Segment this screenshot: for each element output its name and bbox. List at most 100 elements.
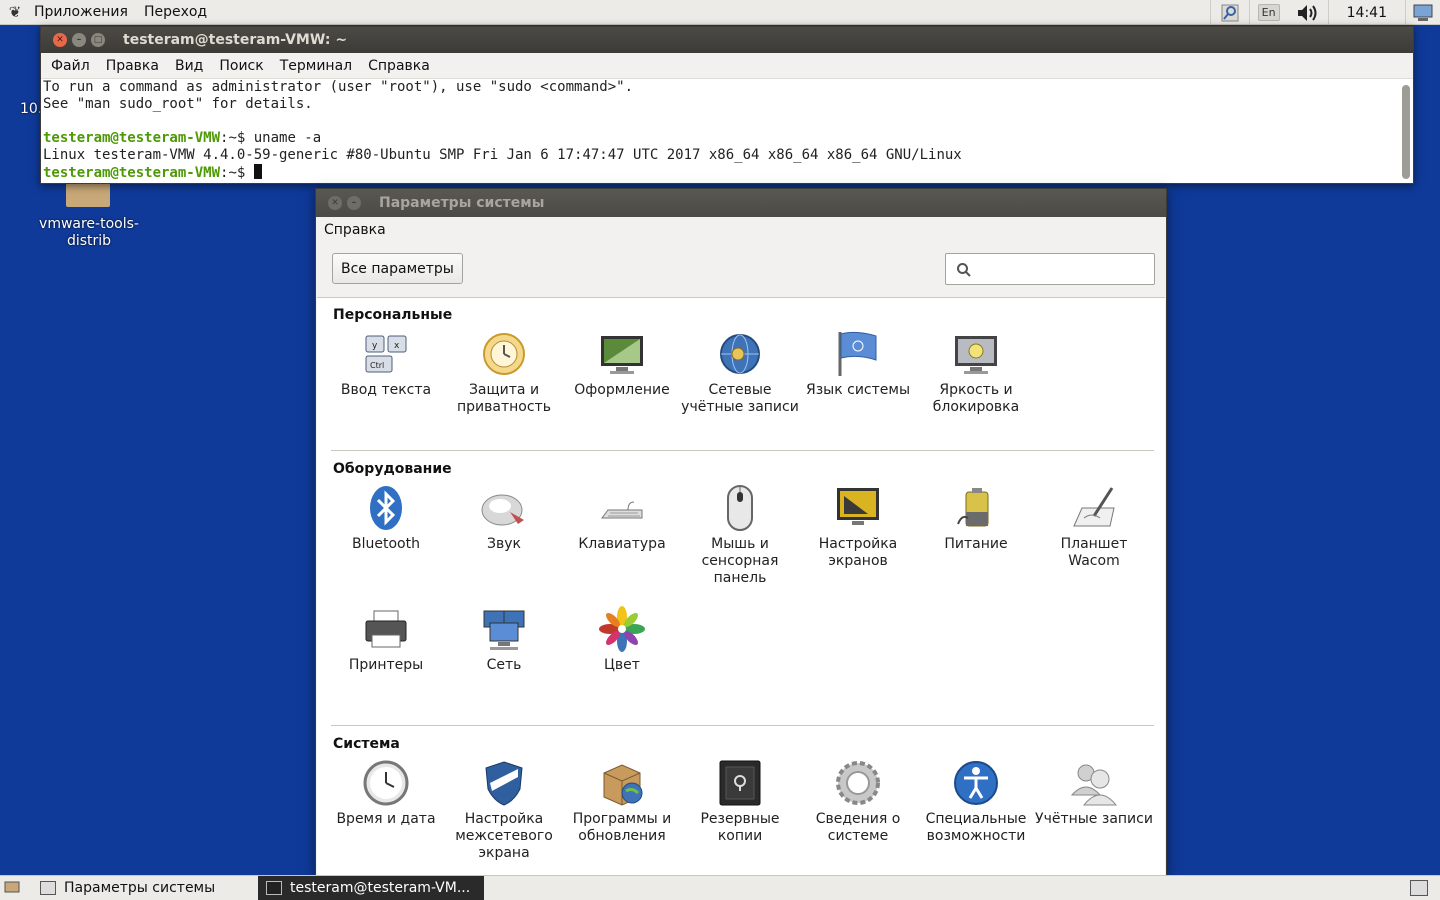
menu-view[interactable]: Вид (167, 58, 211, 74)
item-backups[interactable]: Резервные копии (681, 759, 799, 845)
svg-text:x: x (394, 341, 400, 351)
item-system-info[interactable]: Сведения о системе (799, 759, 917, 845)
keyboard-icon (598, 484, 646, 532)
language-flag-icon (834, 330, 882, 378)
item-label: Сетевые учётные записи (681, 382, 799, 415)
item-sound[interactable]: Звук (445, 484, 563, 553)
show-desktop-icon[interactable] (1406, 0, 1440, 25)
color-icon (598, 605, 646, 653)
accessibility-icon (952, 759, 1000, 807)
folder-icon[interactable] (66, 183, 110, 207)
item-wacom-tablet[interactable]: Планшет Wacom (1035, 484, 1153, 570)
item-online-accounts[interactable]: Сетевые учётные записи (681, 330, 799, 416)
item-network[interactable]: Сеть (445, 605, 563, 674)
terminal-output[interactable]: To run a command as administrator (user … (41, 79, 1397, 183)
all-settings-button[interactable]: Все параметры (332, 253, 463, 284)
item-label: Питание (944, 536, 1008, 552)
item-label: Время и дата (336, 811, 436, 827)
appearance-icon (598, 330, 646, 378)
item-security-privacy[interactable]: Защита и приватность (445, 330, 563, 416)
menu-terminal[interactable]: Терминал (272, 58, 360, 74)
menu-edit[interactable]: Правка (98, 58, 167, 74)
svg-text:Ctrl: Ctrl (370, 361, 384, 370)
desktop-folder-label[interactable]: vmware-tools- distrib (30, 216, 148, 250)
terminal-cursor (253, 164, 262, 179)
settings-menubar: Справка (316, 217, 1166, 243)
item-language[interactable]: Язык системы (799, 330, 917, 399)
item-label: Программы и обновления (572, 811, 672, 844)
bluetooth-icon (362, 484, 410, 532)
item-label: Планшет Wacom (1060, 536, 1128, 569)
item-label: Принтеры (348, 657, 424, 673)
clock[interactable]: 14:41 (1329, 5, 1405, 21)
settings-content: Персональные y x Ctrl Ввод текста Защита и… (317, 297, 1165, 875)
sound-icon (480, 484, 528, 532)
section-system-title: Система (333, 736, 400, 752)
places-menu[interactable]: Переход (136, 4, 215, 20)
wacom-tablet-icon (1070, 484, 1118, 532)
close-icon[interactable]: ✕ (328, 196, 342, 210)
item-text-entry[interactable]: y x Ctrl Ввод текста (327, 330, 445, 399)
mouse-icon (716, 484, 764, 532)
system-info-gear-icon (834, 759, 882, 807)
item-bluetooth[interactable]: Bluetooth (327, 484, 445, 553)
terminal-title: testeram@testeram-VMW: ~ (123, 32, 348, 48)
maximize-icon[interactable]: □ (91, 33, 105, 47)
minimize-icon[interactable]: – (72, 33, 86, 47)
search-icon (957, 263, 971, 277)
user-accounts-icon (1070, 759, 1118, 807)
clock-icon (362, 759, 410, 807)
applications-menu[interactable]: Приложения (26, 4, 136, 20)
system-settings-window: ✕ – Параметры системы Справка Все параме… (315, 188, 1167, 876)
item-printers[interactable]: Принтеры (327, 605, 445, 674)
item-label: Учётные записи (1035, 811, 1153, 827)
item-keyboard[interactable]: Клавиатура (563, 484, 681, 553)
item-appearance[interactable]: Оформление (563, 330, 681, 399)
menu-search[interactable]: Поиск (211, 58, 271, 74)
terminal-line: To run a command as administrator (user … (43, 79, 634, 95)
minimize-icon[interactable]: – (347, 196, 361, 210)
item-color[interactable]: Цвет (563, 605, 681, 674)
terminal-titlebar[interactable]: ✕ – □ testeram@testeram-VMW: ~ (41, 27, 1413, 53)
close-icon[interactable]: ✕ (53, 33, 67, 47)
item-user-accounts[interactable]: Учётные записи (1035, 759, 1153, 828)
prompt-user: testeram@testeram-VMW (43, 130, 221, 146)
menu-help[interactable]: Справка (360, 58, 438, 74)
settings-title: Параметры системы (379, 195, 545, 211)
keyboard-layout-indicator[interactable]: En (1250, 0, 1288, 25)
search-input[interactable] (945, 253, 1155, 285)
backup-safe-icon (716, 759, 764, 807)
item-mouse-touchpad[interactable]: Мышь и сенсорная панель (681, 484, 799, 587)
item-power[interactable]: Питание (917, 484, 1035, 553)
item-accessibility[interactable]: Специальные возможности (917, 759, 1035, 845)
item-brightness-lock[interactable]: Яркость и блокировка (917, 330, 1035, 416)
item-date-time[interactable]: Время и дата (327, 759, 445, 828)
terminal-icon (266, 881, 282, 895)
taskbar-item-settings[interactable]: Параметры системы (32, 876, 246, 900)
item-label: Защита и приватность (457, 382, 551, 415)
volume-icon[interactable] (1288, 0, 1328, 25)
workspace-switcher-icon[interactable] (1410, 880, 1428, 896)
item-label: Мышь и сенсорная панель (701, 536, 779, 586)
prompt-path: :~$ (220, 165, 254, 181)
settings-titlebar[interactable]: ✕ – Параметры системы (316, 189, 1166, 217)
gnome-foot-icon[interactable]: ❦ (4, 1, 26, 23)
taskbar-item-terminal[interactable]: testeram@testeram-VM... (258, 875, 484, 900)
software-updates-icon (598, 759, 646, 807)
terminal-scrollbar[interactable] (1402, 85, 1410, 179)
online-accounts-icon (716, 330, 764, 378)
item-label: Настройка экранов (818, 536, 898, 569)
network-icon (480, 605, 528, 653)
show-desktop-icon[interactable] (0, 876, 24, 900)
item-displays[interactable]: Настройка экранов (799, 484, 917, 570)
menu-help[interactable]: Справка (324, 222, 386, 238)
item-label: Bluetooth (352, 536, 420, 552)
search-icon[interactable] (1211, 0, 1249, 25)
firewall-shield-icon (480, 759, 528, 807)
item-software-updates[interactable]: Программы и обновления (563, 759, 681, 845)
item-firewall[interactable]: Настройка межсетевого экрана (445, 759, 563, 862)
terminal-window: ✕ – □ testeram@testeram-VMW: ~ Файл Прав… (40, 26, 1414, 184)
bottom-panel: Параметры системы testeram@testeram-VM..… (0, 875, 1440, 900)
menu-file[interactable]: Файл (43, 58, 98, 74)
section-divider (331, 450, 1154, 451)
